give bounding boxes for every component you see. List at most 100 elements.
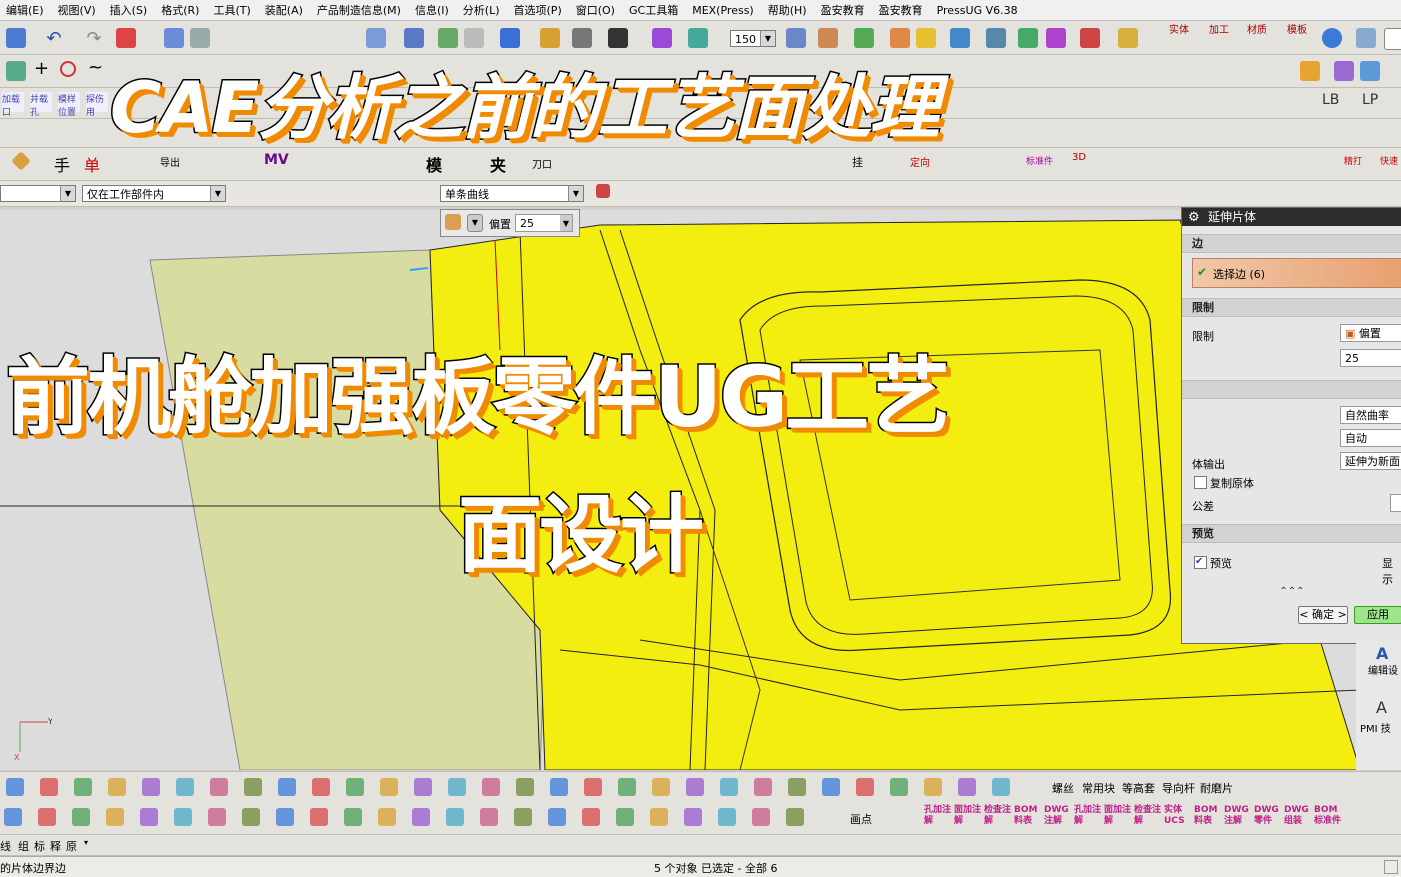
measure-icon[interactable] — [786, 28, 806, 48]
annotation-button[interactable]: DWG注解 — [1044, 805, 1072, 827]
tool-icon[interactable] — [720, 778, 738, 796]
ok-button[interactable]: < 确定 > — [1298, 606, 1348, 624]
tool-icon[interactable] — [446, 808, 464, 826]
save-icon[interactable] — [6, 28, 26, 48]
rotate-icon[interactable] — [438, 28, 458, 48]
tool-icon[interactable] — [380, 778, 398, 796]
load-port-button[interactable]: 加载口 — [2, 92, 24, 118]
model-position-button[interactable]: 模样位置 — [58, 92, 80, 118]
tool-icon[interactable] — [618, 778, 636, 796]
common-block-button[interactable]: 常用块 — [1082, 780, 1115, 796]
inspection-button[interactable]: 探伤用 — [86, 92, 108, 118]
point-icon[interactable] — [986, 28, 1006, 48]
tool-icon[interactable] — [276, 808, 294, 826]
tool-icon[interactable] — [72, 808, 90, 826]
annotation-button[interactable]: 检查注解 — [1134, 805, 1162, 827]
tool-icon[interactable] — [176, 778, 194, 796]
tool-icon[interactable] — [482, 778, 500, 796]
tool-icon[interactable] — [108, 778, 126, 796]
snap-icon[interactable] — [596, 184, 610, 198]
cutting-edge-button[interactable]: 刀口 — [532, 156, 552, 171]
wear-plate-button[interactable]: 耐磨片 — [1200, 780, 1233, 796]
tool-icon[interactable] — [754, 778, 772, 796]
tool-icon[interactable] — [242, 808, 260, 826]
line-tab[interactable]: 线 — [0, 838, 11, 854]
lp-button[interactable]: LP — [1362, 92, 1378, 108]
limit-section-header[interactable]: 限制 — [1182, 298, 1401, 317]
body-output-select[interactable]: 延伸为新面 — [1340, 452, 1401, 470]
tool-icon[interactable] — [548, 808, 566, 826]
grid-view-icon[interactable] — [404, 28, 424, 48]
diamond-icon[interactable] — [1334, 61, 1354, 81]
sketch-icon[interactable] — [6, 61, 26, 81]
texture-icon[interactable] — [1356, 28, 1376, 48]
tool-icon[interactable] — [788, 778, 806, 796]
preview-section-header[interactable]: 预览 — [1182, 524, 1401, 543]
menu-item[interactable]: 帮助(H) — [762, 2, 815, 18]
continuity-select[interactable]: 自然曲率 — [1340, 406, 1401, 424]
screw-button[interactable]: 螺丝 — [1052, 780, 1074, 796]
tool-icon[interactable] — [752, 808, 770, 826]
tool-icon[interactable] — [210, 778, 228, 796]
undo-icon[interactable]: ↶ — [44, 28, 64, 49]
edit-icon[interactable]: A — [1376, 644, 1388, 663]
menu-item[interactable]: 盈安教育 — [873, 2, 931, 18]
tool-icon[interactable] — [652, 778, 670, 796]
tool-icon[interactable] — [992, 778, 1010, 796]
tool-icon[interactable] — [40, 778, 58, 796]
coord-icon[interactable] — [818, 28, 838, 48]
tool-icon[interactable] — [516, 778, 534, 796]
layer-icon[interactable] — [116, 28, 136, 48]
guide-post-button[interactable]: 导向杆 — [1162, 780, 1195, 796]
tool-icon[interactable] — [414, 778, 432, 796]
quick-button[interactable]: 快速 — [1380, 154, 1398, 167]
tool-icon[interactable] — [344, 808, 362, 826]
fit-view-icon[interactable] — [366, 28, 386, 48]
curve-rule-select[interactable]: 单条曲线 ▼ — [440, 185, 584, 202]
annotation-button[interactable]: BOM料表 — [1014, 805, 1042, 827]
menu-item[interactable]: 插入(S) — [104, 2, 156, 18]
tool-icon[interactable] — [958, 778, 976, 796]
group-tab[interactable]: 组 — [18, 838, 29, 854]
draw-point-button[interactable]: 画点 — [850, 811, 872, 827]
menu-item[interactable]: 信息(I) — [409, 2, 457, 18]
swirl-icon[interactable] — [1322, 28, 1342, 48]
tool-icon[interactable] — [718, 808, 736, 826]
tool-icon[interactable] — [786, 808, 804, 826]
tool-icon[interactable] — [650, 808, 668, 826]
wireframe-icon[interactable] — [572, 28, 592, 48]
tool-icon[interactable] — [174, 808, 192, 826]
menu-item[interactable]: 格式(R) — [155, 2, 207, 18]
mold-button[interactable]: 模 — [426, 152, 442, 176]
limit-type-dropdown[interactable]: ▼ — [467, 214, 483, 232]
tool-icon[interactable] — [346, 778, 364, 796]
cube-view-icon[interactable] — [500, 28, 520, 48]
edge-section-header[interactable]: 边 — [1182, 234, 1401, 253]
section-icon[interactable] — [688, 28, 708, 48]
3d-button[interactable]: 3D — [1072, 152, 1086, 163]
dim-icon[interactable] — [1080, 28, 1100, 48]
tool-icon[interactable] — [310, 808, 328, 826]
row3-dropdown-icon[interactable]: ▾ — [84, 838, 88, 847]
limit-type-icon[interactable] — [445, 214, 461, 230]
pan-icon[interactable] — [464, 28, 484, 48]
tool-icon[interactable] — [684, 808, 702, 826]
tool-icon[interactable] — [924, 778, 942, 796]
analysis-icon[interactable] — [854, 28, 874, 48]
tool-icon[interactable] — [244, 778, 262, 796]
material-button[interactable]: 材质 — [1244, 25, 1270, 36]
shaded-icon[interactable] — [540, 28, 560, 48]
tool-icon[interactable] — [822, 778, 840, 796]
preview-checkbox[interactable]: ✔ — [1194, 556, 1207, 569]
plus-icon[interactable]: + — [34, 58, 49, 79]
tool-icon[interactable] — [480, 808, 498, 826]
tool-icon[interactable] — [686, 778, 704, 796]
copy-icon[interactable] — [190, 28, 210, 48]
annotation-button[interactable]: DWG组装 — [1284, 805, 1312, 827]
tool-icon[interactable] — [142, 778, 160, 796]
tool-icon[interactable] — [550, 778, 568, 796]
copy-body-checkbox[interactable] — [1194, 476, 1207, 489]
offset-input[interactable]: 25 ▼ — [515, 214, 573, 232]
machining-button[interactable]: 加工 — [1206, 25, 1232, 36]
collapse-chevron-icon[interactable]: ⌃⌃⌃ — [1182, 586, 1401, 598]
